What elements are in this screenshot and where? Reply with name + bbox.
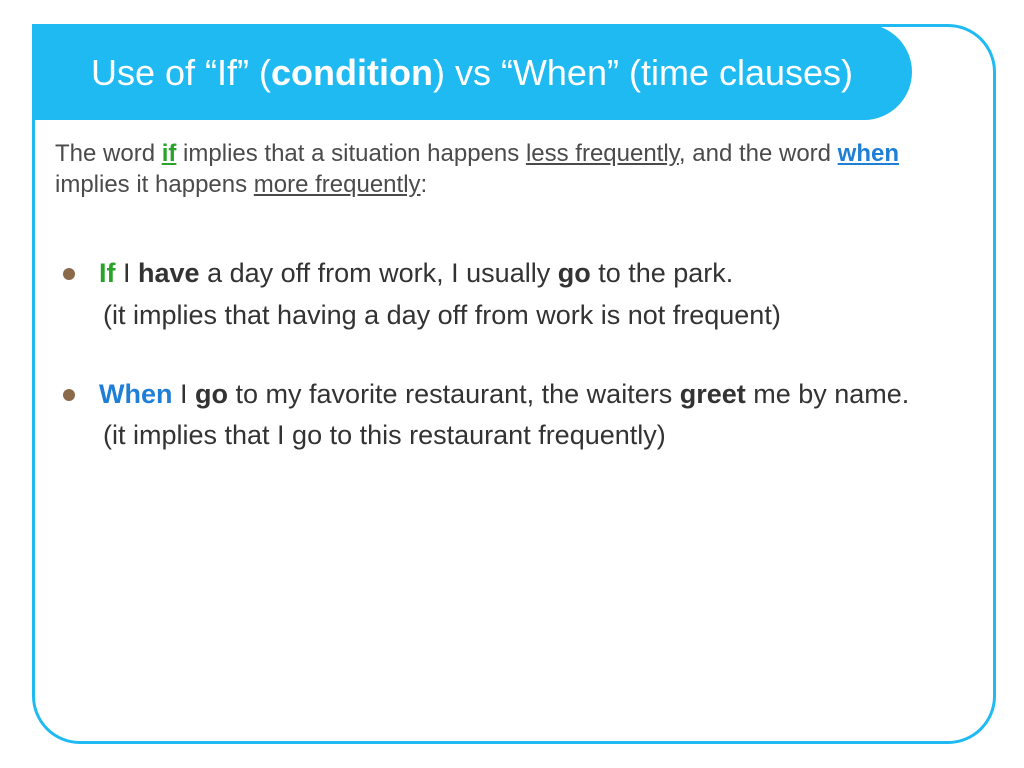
example-text: to my favorite restaurant, the waiters bbox=[228, 379, 680, 409]
intro-text: The word bbox=[55, 140, 162, 167]
example-text: a day off from work, I usually bbox=[200, 258, 558, 288]
keyword-if: if bbox=[162, 140, 177, 167]
intro-text: , and the word bbox=[679, 140, 838, 167]
verb-have: have bbox=[138, 258, 200, 288]
intro-text: implies that a situation happens bbox=[176, 140, 526, 167]
slide-content: The word if implies that a situation hap… bbox=[55, 139, 975, 497]
example-note: (it implies that I go to this restaurant… bbox=[99, 418, 975, 453]
example-text: I bbox=[116, 258, 139, 288]
example-text: to the park. bbox=[591, 258, 734, 288]
title-part-post: ) vs “When” (time clauses) bbox=[433, 52, 853, 93]
example-list: If I have a day off from work, I usually… bbox=[55, 256, 975, 452]
intro-text: implies it happens bbox=[55, 171, 254, 198]
verb-greet: greet bbox=[680, 379, 746, 409]
keyword-if: If bbox=[99, 258, 116, 288]
example-note: (it implies that having a day off from w… bbox=[99, 298, 975, 333]
example-text: me by name. bbox=[746, 379, 910, 409]
keyword-when: When bbox=[99, 379, 173, 409]
intro-paragraph: The word if implies that a situation hap… bbox=[55, 139, 975, 200]
slide-title: Use of “If” (condition) vs “When” (time … bbox=[32, 24, 912, 120]
example-item-if: If I have a day off from work, I usually… bbox=[55, 256, 975, 332]
example-text: I bbox=[173, 379, 196, 409]
slide-frame: Use of “If” (condition) vs “When” (time … bbox=[32, 24, 996, 744]
keyword-when: when bbox=[838, 140, 899, 167]
verb-go: go bbox=[195, 379, 228, 409]
title-part-condition: condition bbox=[271, 52, 433, 93]
verb-go: go bbox=[558, 258, 591, 288]
intro-text: : bbox=[421, 171, 428, 198]
phrase-less-frequently: less frequently bbox=[526, 140, 679, 167]
title-part-pre: Use of “If” ( bbox=[91, 52, 271, 93]
phrase-more-frequently: more frequently bbox=[254, 171, 421, 198]
example-item-when: When I go to my favorite restaurant, the… bbox=[55, 377, 975, 453]
